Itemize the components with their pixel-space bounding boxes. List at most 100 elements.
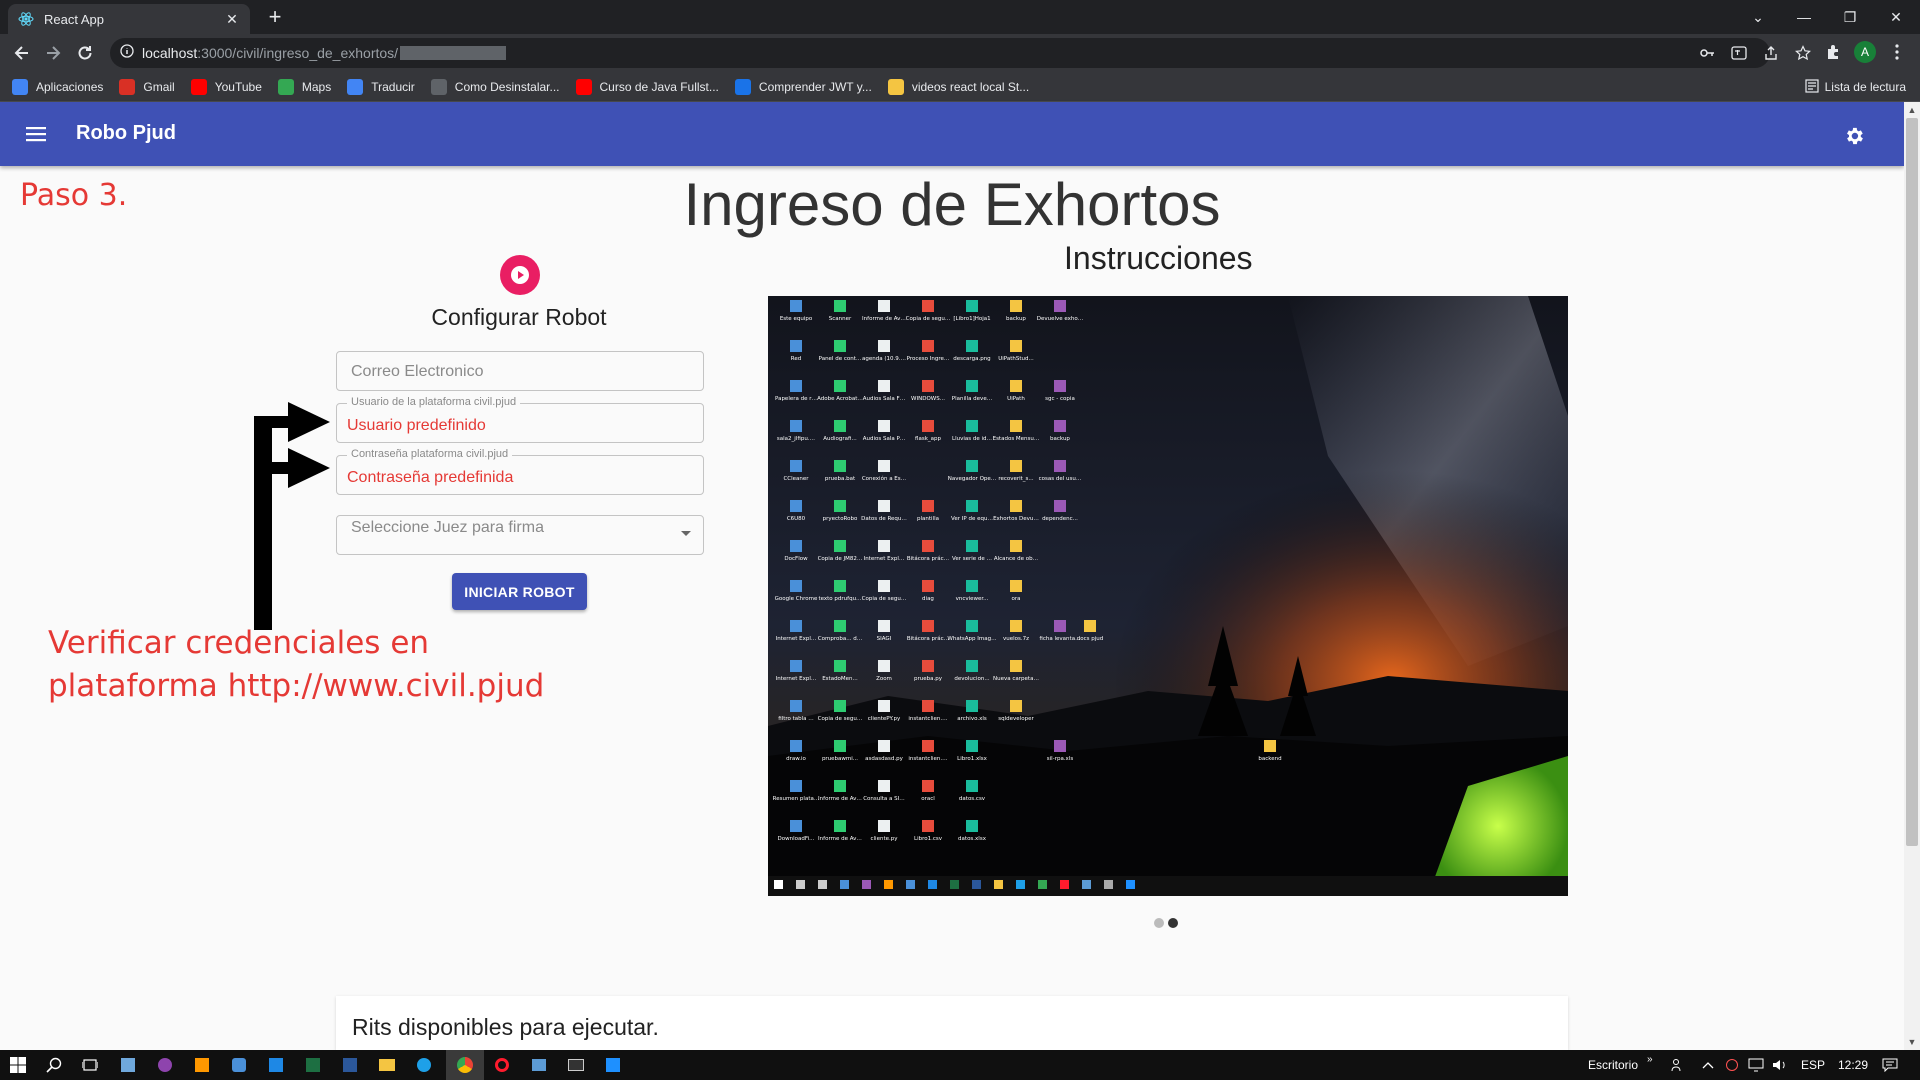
desktop-icon: [966, 300, 978, 312]
close-window-button[interactable]: ✕: [1873, 0, 1919, 34]
hamburger-menu-button[interactable]: [22, 122, 50, 146]
reload-button[interactable]: [72, 40, 98, 66]
instructions-heading: Instrucciones: [1064, 240, 1253, 276]
restore-window-button[interactable]: ❐: [1827, 0, 1873, 34]
bookmark-item[interactable]: videos react local St...: [887, 78, 1029, 95]
desktop-icon-label: Audiografi...: [823, 436, 857, 442]
file-explorer-icon[interactable]: [377, 1055, 397, 1075]
desktop-icon-label: Conexión a Es…: [862, 475, 906, 482]
minimize-window-button[interactable]: —: [1781, 0, 1827, 34]
profile-avatar[interactable]: A: [1853, 40, 1877, 64]
clock[interactable]: 12:29: [1838, 1058, 1868, 1072]
bookmark-item[interactable]: Gmail: [119, 78, 175, 95]
scroll-down-icon[interactable]: ▼: [1904, 1034, 1920, 1050]
people-icon[interactable]: [1668, 1055, 1688, 1075]
terminal-icon[interactable]: [566, 1055, 586, 1075]
volume-icon[interactable]: [1770, 1055, 1790, 1075]
settings-button[interactable]: [1840, 122, 1868, 150]
platform-password-field[interactable]: Contraseña plataforma civil.pjud Contras…: [336, 448, 704, 495]
bookmark-label: Traducir: [371, 79, 415, 94]
carousel-dot-2[interactable]: [1168, 918, 1178, 928]
network-icon[interactable]: [1746, 1055, 1766, 1075]
password-key-icon[interactable]: [1698, 44, 1716, 62]
desktop-icon: [922, 580, 934, 592]
bookmark-item[interactable]: Aplicaciones: [12, 78, 103, 95]
search-icon[interactable]: [44, 1055, 64, 1075]
bookmark-item[interactable]: Curso de Java Fullst...: [575, 78, 719, 95]
desktop-icon-label: Copia de segu…: [862, 596, 907, 602]
power-plan-icon[interactable]: [1722, 1055, 1742, 1075]
app-icon-db[interactable]: [229, 1055, 249, 1075]
extensions-icon[interactable]: [1821, 40, 1845, 64]
translate-page-icon[interactable]: [1730, 44, 1748, 62]
back-button[interactable]: [9, 40, 35, 66]
desktop-icon: [1010, 580, 1022, 592]
scrollbar-thumb[interactable]: [1906, 118, 1918, 846]
word-icon[interactable]: [340, 1055, 360, 1075]
reading-list-button[interactable]: Lista de lectura: [1805, 72, 1906, 102]
judge-select-placeholder: Seleccione Juez para firma: [351, 519, 544, 536]
input-language[interactable]: ESP: [1801, 1058, 1825, 1072]
notification-center-icon[interactable]: [1880, 1055, 1900, 1075]
opera-icon[interactable]: [492, 1055, 512, 1075]
bookmark-item[interactable]: Maps: [277, 78, 331, 95]
site-info-icon[interactable]: [120, 43, 134, 63]
desktop-icon-label: prueba.bat: [825, 476, 856, 482]
remote-desktop-icon[interactable]: [529, 1055, 549, 1075]
tray-chevron-up-icon[interactable]: [1698, 1055, 1718, 1075]
scroll-up-icon[interactable]: ▲: [1904, 102, 1920, 118]
instructions-carousel[interactable]: Este equipo Scanner Informe de Av… Copia de…: [768, 296, 1568, 896]
desktop-folder-icon: [1264, 740, 1276, 752]
platform-user-field[interactable]: Usuario de la plataforma civil.pjud Usua…: [336, 396, 704, 443]
desktop-icon: [834, 420, 846, 432]
annotation-line-1: Verificar credenciales en: [48, 625, 430, 661]
browser-tab[interactable]: React App ✕: [8, 4, 250, 34]
desktop-icon-label: agenda (10.9.…: [862, 356, 906, 362]
chrome-icon[interactable]: [455, 1055, 475, 1075]
desktop-icon-label: Bitácora prác…: [907, 555, 949, 562]
vscode-icon[interactable]: [266, 1055, 286, 1075]
bookmark-item[interactable]: YouTube: [190, 78, 262, 95]
desktop-taskbar-icon: [884, 880, 893, 889]
play-robot-button[interactable]: [500, 255, 540, 295]
address-bar[interactable]: localhost:3000/civil/ingreso_de_exhortos…: [110, 38, 1811, 68]
desktop-icon-label: descarga.png: [953, 356, 990, 362]
windows-start-icon[interactable]: [8, 1055, 28, 1075]
workspace-chevron-icon[interactable]: »: [1647, 1054, 1653, 1065]
app-icon-sublime[interactable]: [192, 1055, 212, 1075]
desktop-icon-label: Ver serie de …: [952, 556, 992, 562]
desktop-icon-label: Internet Expl…: [776, 636, 817, 642]
desktop-icon-label: datos.xlsx: [958, 836, 987, 842]
rits-card: Rits disponibles para ejecutar.: [336, 996, 1568, 1050]
desktop-icon: [834, 700, 846, 712]
desktop-icon-label: Devuelve exho…: [1037, 316, 1084, 322]
share-icon[interactable]: [1762, 44, 1780, 62]
desktop-icon-label: cosas del usu…: [1039, 476, 1082, 482]
desktop-taskbar-icon: [1104, 880, 1113, 889]
bookmark-item[interactable]: Como Desinstalar...: [430, 78, 560, 95]
app-icon-network[interactable]: [118, 1055, 138, 1075]
bookmark-item[interactable]: Comprender JWT y...: [734, 78, 872, 95]
desktop-icon: [878, 500, 890, 512]
desktop-icon-label: oracl: [921, 796, 935, 802]
bookmark-item[interactable]: Traducir: [347, 78, 415, 95]
bookmark-star-icon[interactable]: [1794, 44, 1812, 62]
app-icon-s[interactable]: [603, 1055, 623, 1075]
new-tab-button[interactable]: +: [262, 6, 288, 28]
reading-list-label: Lista de lectura: [1824, 80, 1906, 94]
email-field[interactable]: Correo Electronico: [336, 351, 704, 391]
task-view-icon[interactable]: [80, 1055, 100, 1075]
tab-close-icon[interactable]: ✕: [224, 11, 240, 28]
tab-search-icon[interactable]: ⌄: [1735, 0, 1781, 34]
app-icon-purple[interactable]: [155, 1055, 175, 1075]
desktop-taskbar-icon: [1016, 880, 1025, 889]
judge-select[interactable]: Seleccione Juez para firma: [336, 515, 704, 555]
workspace-label[interactable]: Escritorio: [1588, 1058, 1638, 1072]
excel-icon[interactable]: [303, 1055, 323, 1075]
browser-menu-icon[interactable]: [1885, 40, 1909, 64]
desktop-icon: [878, 300, 890, 312]
carousel-dot-1[interactable]: [1154, 918, 1164, 928]
start-robot-button[interactable]: INICIAR ROBOT: [452, 573, 587, 610]
internet-explorer-icon[interactable]: [414, 1055, 434, 1075]
forward-button[interactable]: [40, 40, 66, 66]
